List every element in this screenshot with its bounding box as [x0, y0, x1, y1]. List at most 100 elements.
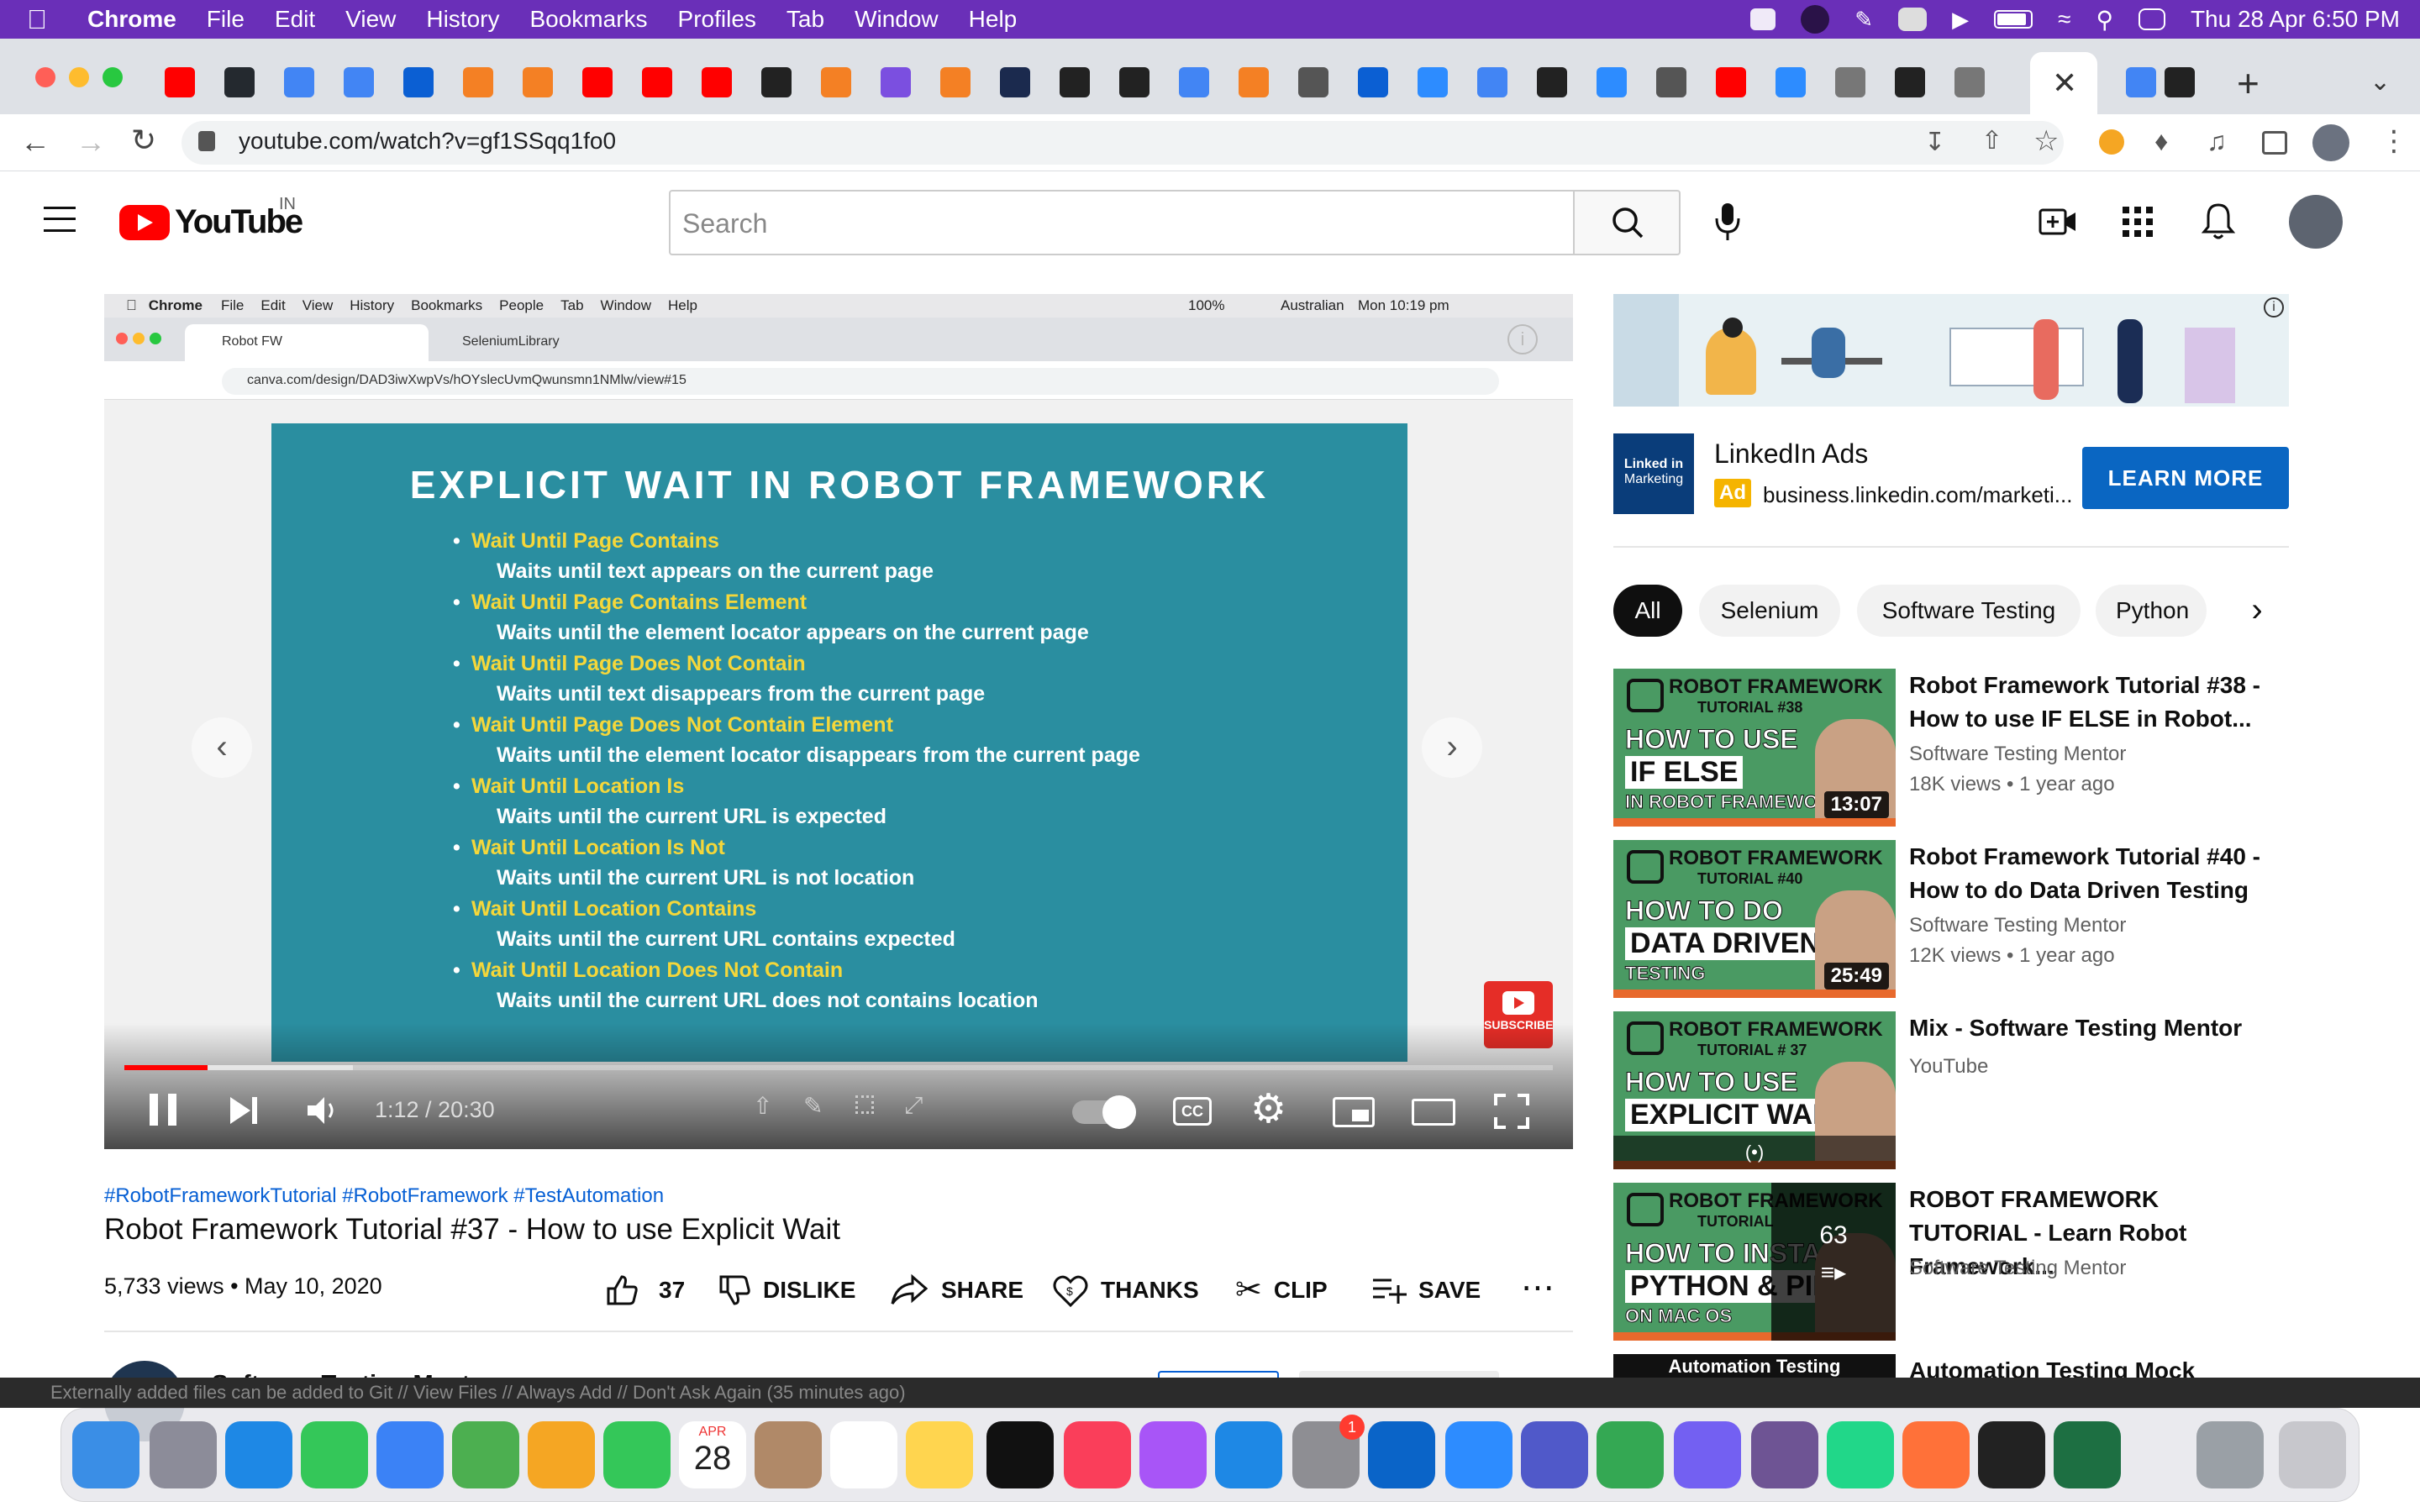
- tab-youtube-icon[interactable]: [165, 67, 195, 97]
- progress-track[interactable]: [124, 1065, 1553, 1070]
- learn-more-button[interactable]: LEARN MORE: [2082, 447, 2289, 509]
- pause-icon[interactable]: [150, 1094, 176, 1126]
- recommendation-thumbnail[interactable]: ROBOT FRAMEWORK TUTORIAL #38 HOW TO USE IF …: [1613, 669, 1896, 827]
- ad-logo[interactable]: Linked in Marketing: [1613, 433, 1694, 514]
- chips-next-icon[interactable]: ›: [2235, 585, 2279, 637]
- tab-zoom-icon[interactable]: [1597, 67, 1627, 97]
- zoom-icon[interactable]: [1445, 1421, 1512, 1488]
- tab-google-icon[interactable]: [1477, 67, 1507, 97]
- tab-zoom-icon[interactable]: [1418, 67, 1448, 97]
- ad-banner-illustration[interactable]: [1613, 294, 2289, 407]
- autoplay-toggle[interactable]: [1072, 1095, 1136, 1129]
- save-button[interactable]: SAVE: [1371, 1273, 1481, 1307]
- clip-button[interactable]: ✂ CLIP: [1235, 1273, 1328, 1307]
- create-video-icon[interactable]: [2039, 205, 2077, 239]
- tab-google-icon[interactable]: [1179, 67, 1209, 97]
- tab-fex-icon[interactable]: [1000, 67, 1030, 97]
- install-icon[interactable]: ↧: [1924, 128, 1945, 157]
- tab-youtube-icon[interactable]: [642, 67, 672, 97]
- chip-python[interactable]: Python: [2096, 585, 2207, 637]
- captions-button[interactable]: CC: [1173, 1097, 1212, 1126]
- play-status-icon[interactable]: ▶: [1952, 7, 1969, 33]
- menu-help[interactable]: Help: [954, 6, 1033, 33]
- tab-globe-icon[interactable]: [1656, 67, 1686, 97]
- recommendation-title[interactable]: Robot Framework Tutorial #40 - How to do…: [1909, 840, 2262, 907]
- chip-selenium[interactable]: Selenium: [1699, 585, 1840, 637]
- github-desktop-icon[interactable]: [1751, 1421, 1818, 1488]
- music-icon[interactable]: [1064, 1421, 1131, 1488]
- facetime-icon[interactable]: [603, 1421, 671, 1488]
- search-input[interactable]: Search: [669, 190, 1575, 255]
- apple-icon[interactable]: : [0, 4, 62, 35]
- system-preferences-icon[interactable]: 1: [1292, 1415, 1365, 1488]
- search-button[interactable]: [1573, 190, 1681, 255]
- chip-software-testing[interactable]: Software Testing: [1857, 585, 2081, 637]
- video-player[interactable]:  Chrome File Edit View History Bookmark…: [104, 294, 1573, 1149]
- tab-google-icon[interactable]: [344, 67, 374, 97]
- tab-youtube-icon[interactable]: [702, 67, 732, 97]
- tab-stackoverflow-icon[interactable]: [940, 67, 971, 97]
- hamburger-menu-icon[interactable]: [44, 207, 76, 232]
- menu-view[interactable]: View: [330, 6, 411, 33]
- viber-status-icon[interactable]: [1801, 5, 1830, 34]
- new-tab-button[interactable]: +: [2237, 60, 2260, 106]
- window-minimize-button[interactable]: [69, 67, 89, 87]
- launchpad-icon[interactable]: [150, 1421, 217, 1488]
- extension-icon[interactable]: [2099, 129, 2124, 155]
- ad-title[interactable]: LinkedIn Ads: [1714, 438, 1868, 470]
- podcasts-icon[interactable]: [1139, 1421, 1207, 1488]
- menu-history[interactable]: History: [411, 6, 514, 33]
- info-icon[interactable]: i: [1507, 324, 1538, 354]
- photos-icon[interactable]: [528, 1421, 595, 1488]
- tab-stackoverflow-icon[interactable]: [821, 67, 851, 97]
- tab-close-icon[interactable]: ✕: [2052, 66, 2077, 101]
- tab-wikipedia-icon[interactable]: [1895, 67, 1925, 97]
- menu-tab[interactable]: Tab: [771, 6, 839, 33]
- recommendation-channel[interactable]: Software Testing Mentor: [1909, 914, 2126, 937]
- chip-all[interactable]: All: [1613, 585, 1682, 637]
- url-text[interactable]: youtube.com/watch?v=gf1SSqq1fo0: [239, 128, 616, 155]
- tab-stackoverflow-icon[interactable]: [1239, 67, 1269, 97]
- terminal-icon[interactable]: [1978, 1421, 2045, 1488]
- viber-icon[interactable]: [1674, 1421, 1741, 1488]
- people-status-icon[interactable]: [1898, 8, 1928, 31]
- tab-box-icon[interactable]: [403, 67, 434, 97]
- reminders-icon[interactable]: [830, 1421, 897, 1488]
- window-close-button[interactable]: [35, 67, 55, 87]
- bookmark-star-icon[interactable]: ☆: [2033, 124, 2059, 158]
- forward-icon[interactable]: →: [76, 124, 106, 160]
- spotlight-search-icon[interactable]: ⚲: [2096, 6, 2113, 34]
- extensions-puzzle-icon[interactable]: ♦: [2154, 126, 2168, 157]
- next-video-icon[interactable]: [227, 1094, 260, 1127]
- finder-icon[interactable]: [72, 1421, 139, 1488]
- wifi-icon[interactable]: ≈: [2058, 6, 2070, 33]
- maps-icon[interactable]: [452, 1421, 519, 1488]
- tab-robot-icon[interactable]: [761, 67, 792, 97]
- recommendation-channel[interactable]: YouTube: [1909, 1055, 1988, 1079]
- control-center-icon[interactable]: [2138, 8, 2165, 30]
- battery-icon[interactable]: [1994, 10, 2033, 29]
- teams-icon[interactable]: [1521, 1421, 1588, 1488]
- tab-stackoverflow-icon[interactable]: [463, 67, 493, 97]
- pycharm-icon[interactable]: [1827, 1421, 1894, 1488]
- share-page-icon[interactable]: ⇧: [1981, 126, 2002, 155]
- tab-google-icon[interactable]: [2126, 67, 2156, 97]
- thanks-button[interactable]: $ THANKS: [1052, 1272, 1199, 1309]
- tab-box-icon[interactable]: [1358, 67, 1388, 97]
- hashtags[interactable]: #RobotFrameworkTutorial #RobotFramework …: [104, 1184, 664, 1208]
- downloads-stack-icon[interactable]: [2196, 1421, 2264, 1488]
- tab-zoom-icon[interactable]: [1776, 67, 1806, 97]
- calendar-icon[interactable]: APR 28: [679, 1421, 746, 1488]
- recommendation-title[interactable]: Mix - Software Testing Mentor: [1909, 1011, 2262, 1045]
- like-button[interactable]: 37: [605, 1273, 685, 1307]
- ad-info-icon[interactable]: i: [2264, 297, 2284, 318]
- settings-gear-icon[interactable]: ⚙: [1250, 1085, 1286, 1132]
- lock-icon[interactable]: [198, 131, 215, 151]
- outlook-icon[interactable]: [1368, 1421, 1435, 1488]
- mail-icon[interactable]: [376, 1421, 444, 1488]
- apps-grid-icon[interactable]: [2123, 207, 2153, 237]
- more-actions-icon[interactable]: ⋯: [1521, 1268, 1555, 1307]
- theater-mode-icon[interactable]: [1412, 1099, 1455, 1126]
- slide-next-icon[interactable]: ›: [1422, 717, 1482, 778]
- notifications-bell-icon[interactable]: [2202, 202, 2235, 240]
